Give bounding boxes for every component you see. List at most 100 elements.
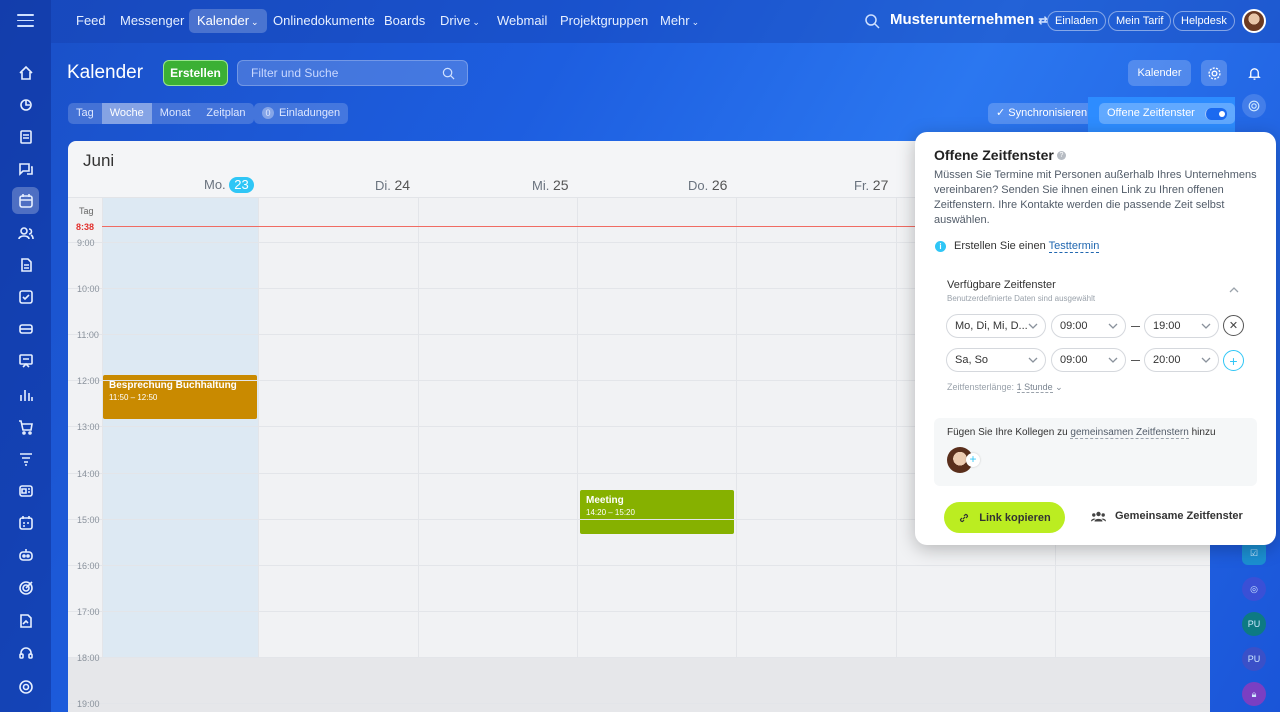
nav-mehr[interactable]: Mehr ⌄	[652, 9, 707, 33]
file-icon[interactable]	[12, 251, 39, 278]
bell-icon[interactable]	[1242, 61, 1266, 85]
day-header-fri[interactable]: Fr. 27	[854, 177, 888, 193]
event-meeting[interactable]: Meeting 14:20 – 15:20	[580, 490, 734, 534]
create-button[interactable]: Erstellen	[163, 60, 228, 86]
calendar-icon[interactable]	[12, 187, 39, 214]
chat-icon[interactable]	[12, 155, 39, 182]
shared-slots-link[interactable]: gemeinsamen Zeitfenstern	[1070, 427, 1189, 439]
remove-row-button[interactable]: ✕	[1223, 315, 1244, 336]
search-icon[interactable]	[442, 67, 455, 80]
copilot-icon[interactable]	[1242, 94, 1266, 118]
to-time-select[interactable]: 19:00	[1144, 314, 1219, 338]
nav-label: Kalender	[197, 13, 250, 28]
from-time-select[interactable]: 09:00	[1051, 314, 1126, 338]
sync-button[interactable]: ✓ Synchronisieren	[988, 103, 1096, 124]
nav-projektgruppen[interactable]: Projektgruppen	[552, 9, 656, 33]
from-time-select[interactable]: 09:00	[1051, 348, 1126, 372]
drive-icon[interactable]	[12, 315, 39, 342]
swirl-icon[interactable]: ◎	[1242, 577, 1266, 601]
hour-label: 11:00	[77, 330, 99, 341]
days-select[interactable]: Mo, Di, Mi, D...	[946, 314, 1046, 338]
day-number: 27	[872, 177, 889, 193]
sign-icon[interactable]	[12, 607, 39, 634]
search-icon[interactable]	[864, 13, 880, 29]
helpdesk-button[interactable]: Helpdesk	[1173, 11, 1235, 31]
add-row-button[interactable]: +	[1223, 350, 1244, 371]
user-badge[interactable]: PU	[1242, 612, 1266, 636]
test-event-link[interactable]: Testtermin	[1048, 240, 1100, 253]
tariff-button[interactable]: Mein Tarif	[1108, 11, 1172, 31]
help-icon[interactable]: ?	[1057, 151, 1066, 160]
company-label: Musterunternehmen	[890, 11, 1035, 28]
filter-search[interactable]	[237, 60, 468, 86]
nav-feed[interactable]: Feed	[68, 9, 114, 33]
tab-schedule[interactable]: Zeitplan	[198, 103, 253, 124]
hour-line	[68, 656, 1210, 658]
robot-icon[interactable]	[12, 541, 39, 568]
add-colleague-button[interactable]: +	[966, 453, 980, 467]
day-header-thu[interactable]: Do. 26	[688, 177, 727, 193]
filter-input[interactable]	[238, 61, 438, 85]
nav-onlinedokumente[interactable]: Onlinedokumente	[265, 9, 383, 33]
nav-messenger[interactable]: Messenger	[112, 9, 192, 33]
presentation-icon[interactable]	[12, 347, 39, 374]
tab-month[interactable]: Monat	[152, 103, 199, 124]
link-icon	[960, 513, 969, 522]
day-name: Mo.	[204, 177, 226, 192]
home-icon[interactable]	[12, 59, 39, 86]
booking-icon[interactable]	[12, 509, 39, 536]
chevron-down-icon	[1108, 357, 1118, 363]
feed-icon[interactable]	[12, 91, 39, 118]
nav-kalender[interactable]: Kalender ⌄	[189, 9, 267, 33]
copy-link-button[interactable]: Link kopieren	[944, 502, 1065, 533]
headset-icon[interactable]	[12, 639, 39, 666]
nav-drive[interactable]: Drive ⌄	[432, 9, 488, 33]
menu-icon[interactable]	[17, 14, 34, 27]
days-select[interactable]: Sa, So	[946, 348, 1046, 372]
chevron-up-icon[interactable]	[1229, 285, 1239, 295]
to-time-select[interactable]: 20:00	[1144, 348, 1219, 372]
lock-icon[interactable]: 🔒︎	[1242, 682, 1266, 706]
tasks-icon[interactable]	[12, 283, 39, 310]
shared-slots-button[interactable]: Gemeinsame Zeitfenster	[1091, 510, 1243, 522]
event-time: 14:20 – 15:20	[586, 508, 635, 517]
event-besprechung-buchhaltung[interactable]: Besprechung Buchhaltung 11:50 – 12:50	[103, 375, 257, 419]
hour-label: 17:00	[77, 606, 100, 617]
shop-icon[interactable]	[12, 413, 39, 440]
nav-label: Feed	[76, 13, 106, 28]
allday-label: Tag	[79, 206, 94, 216]
user-avatar[interactable]	[1242, 9, 1266, 33]
analytics-icon[interactable]	[12, 381, 39, 408]
select-value: 19:00	[1153, 320, 1181, 332]
hour-label: 18:00	[77, 652, 100, 663]
invite-button[interactable]: Einladen	[1047, 11, 1106, 31]
day-header-tue[interactable]: Di. 24	[375, 177, 410, 193]
select-value: 09:00	[1060, 354, 1088, 366]
day-header-mon[interactable]: Mo. 23	[204, 177, 254, 193]
test-prefix: Erstellen Sie einen	[954, 240, 1046, 252]
open-slots-toggle[interactable]: Offene Zeitfenster	[1099, 103, 1235, 124]
settings-icon[interactable]	[12, 673, 39, 700]
settings-button[interactable]	[1201, 60, 1227, 86]
site-icon[interactable]	[12, 477, 39, 504]
target-icon[interactable]	[12, 574, 39, 601]
popup-title: Offene Zeitfenster	[934, 147, 1054, 163]
invitations-button[interactable]: 0 Einladungen	[254, 103, 349, 124]
documents-icon[interactable]	[12, 123, 39, 150]
nav-webmail[interactable]: Webmail	[489, 9, 555, 33]
tab-week[interactable]: Woche	[101, 103, 152, 124]
slot-length-value[interactable]: 1 Stunde	[1016, 382, 1053, 393]
select-value: Sa, So	[955, 354, 989, 366]
colleague-box: Fügen Sie Ihre Kollegen zu gemeinsamen Z…	[934, 418, 1257, 486]
toggle-switch[interactable]	[1204, 107, 1227, 120]
colleague-prefix: Fügen Sie Ihre Kollegen zu	[947, 427, 1068, 438]
calendar-button[interactable]: Kalender	[1128, 60, 1191, 86]
sync-label: Synchronisieren	[1008, 107, 1088, 119]
contacts-icon[interactable]	[12, 219, 39, 246]
nav-boards[interactable]: Boards	[376, 9, 433, 33]
day-header-wed[interactable]: Mi. 25	[532, 177, 569, 193]
company-name[interactable]: Musterunternehmen ⇄	[890, 11, 1048, 28]
tab-day[interactable]: Tag	[68, 103, 102, 124]
filter-icon[interactable]	[12, 445, 39, 472]
user-badge[interactable]: PU	[1242, 647, 1266, 671]
